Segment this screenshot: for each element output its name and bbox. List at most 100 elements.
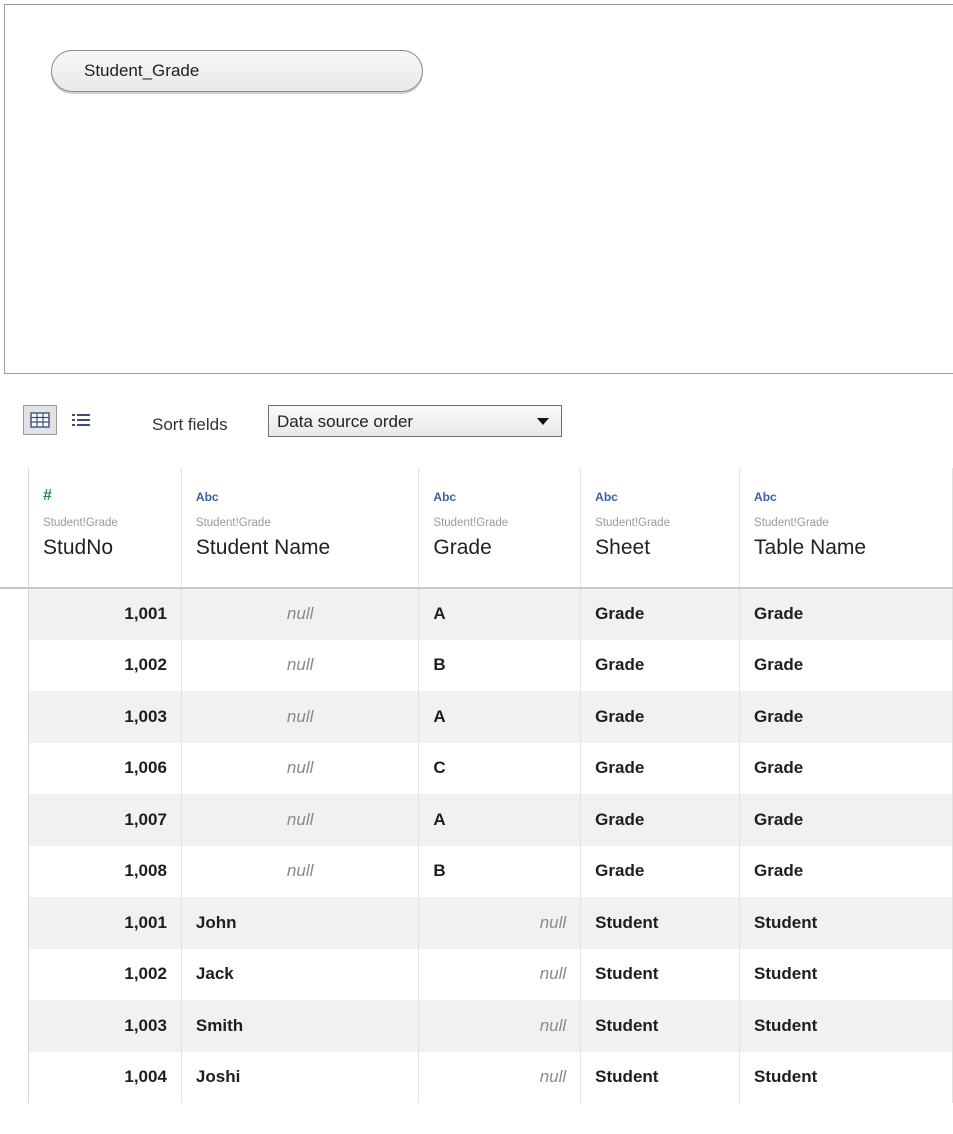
column-source: Student!Grade bbox=[754, 517, 829, 529]
row-header-cell bbox=[0, 639, 29, 691]
row-header-cell bbox=[0, 948, 29, 1000]
row-header-cell bbox=[0, 1051, 29, 1103]
row-header-cell bbox=[0, 691, 29, 743]
cell-table-name: Grade bbox=[739, 742, 953, 794]
cell-studno: 1,001 bbox=[28, 588, 182, 640]
cell-studno: 1,003 bbox=[28, 1000, 182, 1052]
table-pill-student-grade[interactable]: Student_Grade bbox=[51, 50, 423, 92]
cell-table-name: Student bbox=[739, 1051, 953, 1103]
cell-table-name: Student bbox=[739, 1000, 953, 1052]
cell-student-name: John bbox=[181, 897, 420, 949]
cell-grade: null bbox=[418, 948, 582, 1000]
data-grid: # Student!Grade StudNo Abc Student!Grade… bbox=[0, 468, 953, 1103]
cell-student-name: Joshi bbox=[181, 1051, 420, 1103]
cell-sheet: Student bbox=[580, 897, 741, 949]
column-header-student-name[interactable]: Abc Student!Grade Student Name bbox=[181, 468, 420, 589]
cell-sheet: Grade bbox=[580, 588, 741, 640]
sort-fields-dropdown[interactable]: Data source order bbox=[268, 405, 562, 437]
cell-student-name: null bbox=[181, 794, 420, 846]
string-type-icon[interactable]: Abc bbox=[595, 490, 739, 508]
sort-fields-label: Sort fields bbox=[152, 415, 228, 434]
grid-view-icon bbox=[30, 412, 50, 428]
table-row: 1,004 Joshi null Student Student bbox=[0, 1051, 953, 1103]
column-source: Student!Grade bbox=[43, 517, 118, 529]
string-type-icon[interactable]: Abc bbox=[754, 490, 952, 508]
column-header-studno[interactable]: # Student!Grade StudNo bbox=[28, 468, 182, 589]
column-name[interactable]: Sheet bbox=[595, 536, 739, 560]
cell-table-name: Student bbox=[739, 897, 953, 949]
cell-student-name: Jack bbox=[181, 948, 420, 1000]
column-name[interactable]: StudNo bbox=[43, 536, 181, 560]
row-header-cell bbox=[0, 897, 29, 949]
sort-fields-value: Data source order bbox=[277, 412, 414, 431]
cell-table-name: Grade bbox=[739, 588, 953, 640]
cell-sheet: Student bbox=[580, 948, 741, 1000]
cell-table-name: Grade bbox=[739, 639, 953, 691]
cell-grade: null bbox=[418, 1051, 582, 1103]
string-type-icon[interactable]: Abc bbox=[196, 490, 418, 508]
row-header-spacer bbox=[0, 468, 29, 589]
string-type-icon[interactable]: Abc bbox=[433, 490, 580, 508]
table-row: 1,003 Smith null Student Student bbox=[0, 1000, 953, 1052]
cell-studno: 1,006 bbox=[28, 742, 182, 794]
cell-grade: C bbox=[418, 742, 582, 794]
cell-grade: B bbox=[418, 845, 582, 897]
cell-sheet: Grade bbox=[580, 742, 741, 794]
column-source: Student!Grade bbox=[195, 517, 271, 529]
cell-student-name: null bbox=[181, 845, 420, 897]
cell-student-name: null bbox=[181, 691, 420, 743]
column-header-row: # Student!Grade StudNo Abc Student!Grade… bbox=[0, 468, 953, 589]
cell-studno: 1,002 bbox=[28, 948, 182, 1000]
column-header-sheet[interactable]: Abc Student!Grade Sheet bbox=[580, 468, 741, 589]
column-name[interactable]: Table Name bbox=[754, 536, 952, 560]
data-grid-table: # Student!Grade StudNo Abc Student!Grade… bbox=[0, 468, 953, 1103]
cell-student-name: null bbox=[181, 588, 420, 640]
row-header-cell bbox=[0, 845, 29, 897]
cell-studno: 1,004 bbox=[28, 1051, 182, 1103]
dropdown-arrow-icon bbox=[537, 418, 549, 425]
grid-toolbar: Sort fields Data source order bbox=[0, 395, 953, 455]
number-type-icon[interactable]: # bbox=[43, 487, 181, 508]
grid-view-button[interactable] bbox=[23, 405, 57, 435]
cell-sheet: Grade bbox=[580, 794, 741, 846]
row-header-cell bbox=[0, 794, 29, 846]
list-view-button[interactable] bbox=[64, 405, 98, 435]
list-view-icon bbox=[72, 414, 90, 426]
cell-grade: A bbox=[418, 794, 582, 846]
table-pill-label: Student_Grade bbox=[84, 61, 200, 80]
table-row: 1,003 null A Grade Grade bbox=[0, 691, 953, 743]
data-source-canvas: Student_Grade bbox=[4, 4, 953, 374]
table-row: 1,002 null B Grade Grade bbox=[0, 639, 953, 691]
table-row: 1,001 null A Grade Grade bbox=[0, 588, 953, 640]
cell-table-name: Student bbox=[739, 948, 953, 1000]
cell-sheet: Grade bbox=[580, 691, 741, 743]
table-row: 1,001 John null Student Student bbox=[0, 897, 953, 949]
column-header-table-name[interactable]: Abc Student!Grade Table Name bbox=[739, 468, 953, 589]
cell-grade: B bbox=[418, 639, 582, 691]
row-header-cell bbox=[0, 742, 29, 794]
table-row: 1,002 Jack null Student Student bbox=[0, 948, 953, 1000]
table-row: 1,007 null A Grade Grade bbox=[0, 794, 953, 846]
cell-grade: A bbox=[418, 588, 582, 640]
cell-table-name: Grade bbox=[739, 691, 953, 743]
column-name[interactable]: Grade bbox=[433, 536, 580, 560]
cell-studno: 1,003 bbox=[28, 691, 182, 743]
cell-grade: null bbox=[418, 897, 582, 949]
row-header-cell bbox=[0, 1000, 29, 1052]
table-row: 1,006 null C Grade Grade bbox=[0, 742, 953, 794]
column-name[interactable]: Student Name bbox=[196, 536, 418, 560]
cell-sheet: Grade bbox=[580, 845, 741, 897]
cell-sheet: Student bbox=[580, 1000, 741, 1052]
column-header-grade[interactable]: Abc Student!Grade Grade bbox=[418, 468, 582, 589]
column-source: Student!Grade bbox=[595, 517, 670, 529]
cell-studno: 1,001 bbox=[28, 897, 182, 949]
cell-studno: 1,008 bbox=[28, 845, 182, 897]
table-row: 1,008 null B Grade Grade bbox=[0, 845, 953, 897]
cell-student-name: Smith bbox=[181, 1000, 420, 1052]
cell-grade: null bbox=[418, 1000, 582, 1052]
row-header-cell bbox=[0, 588, 29, 640]
cell-studno: 1,002 bbox=[28, 639, 182, 691]
cell-sheet: Grade bbox=[580, 639, 741, 691]
cell-grade: A bbox=[418, 691, 582, 743]
cell-student-name: null bbox=[181, 742, 420, 794]
